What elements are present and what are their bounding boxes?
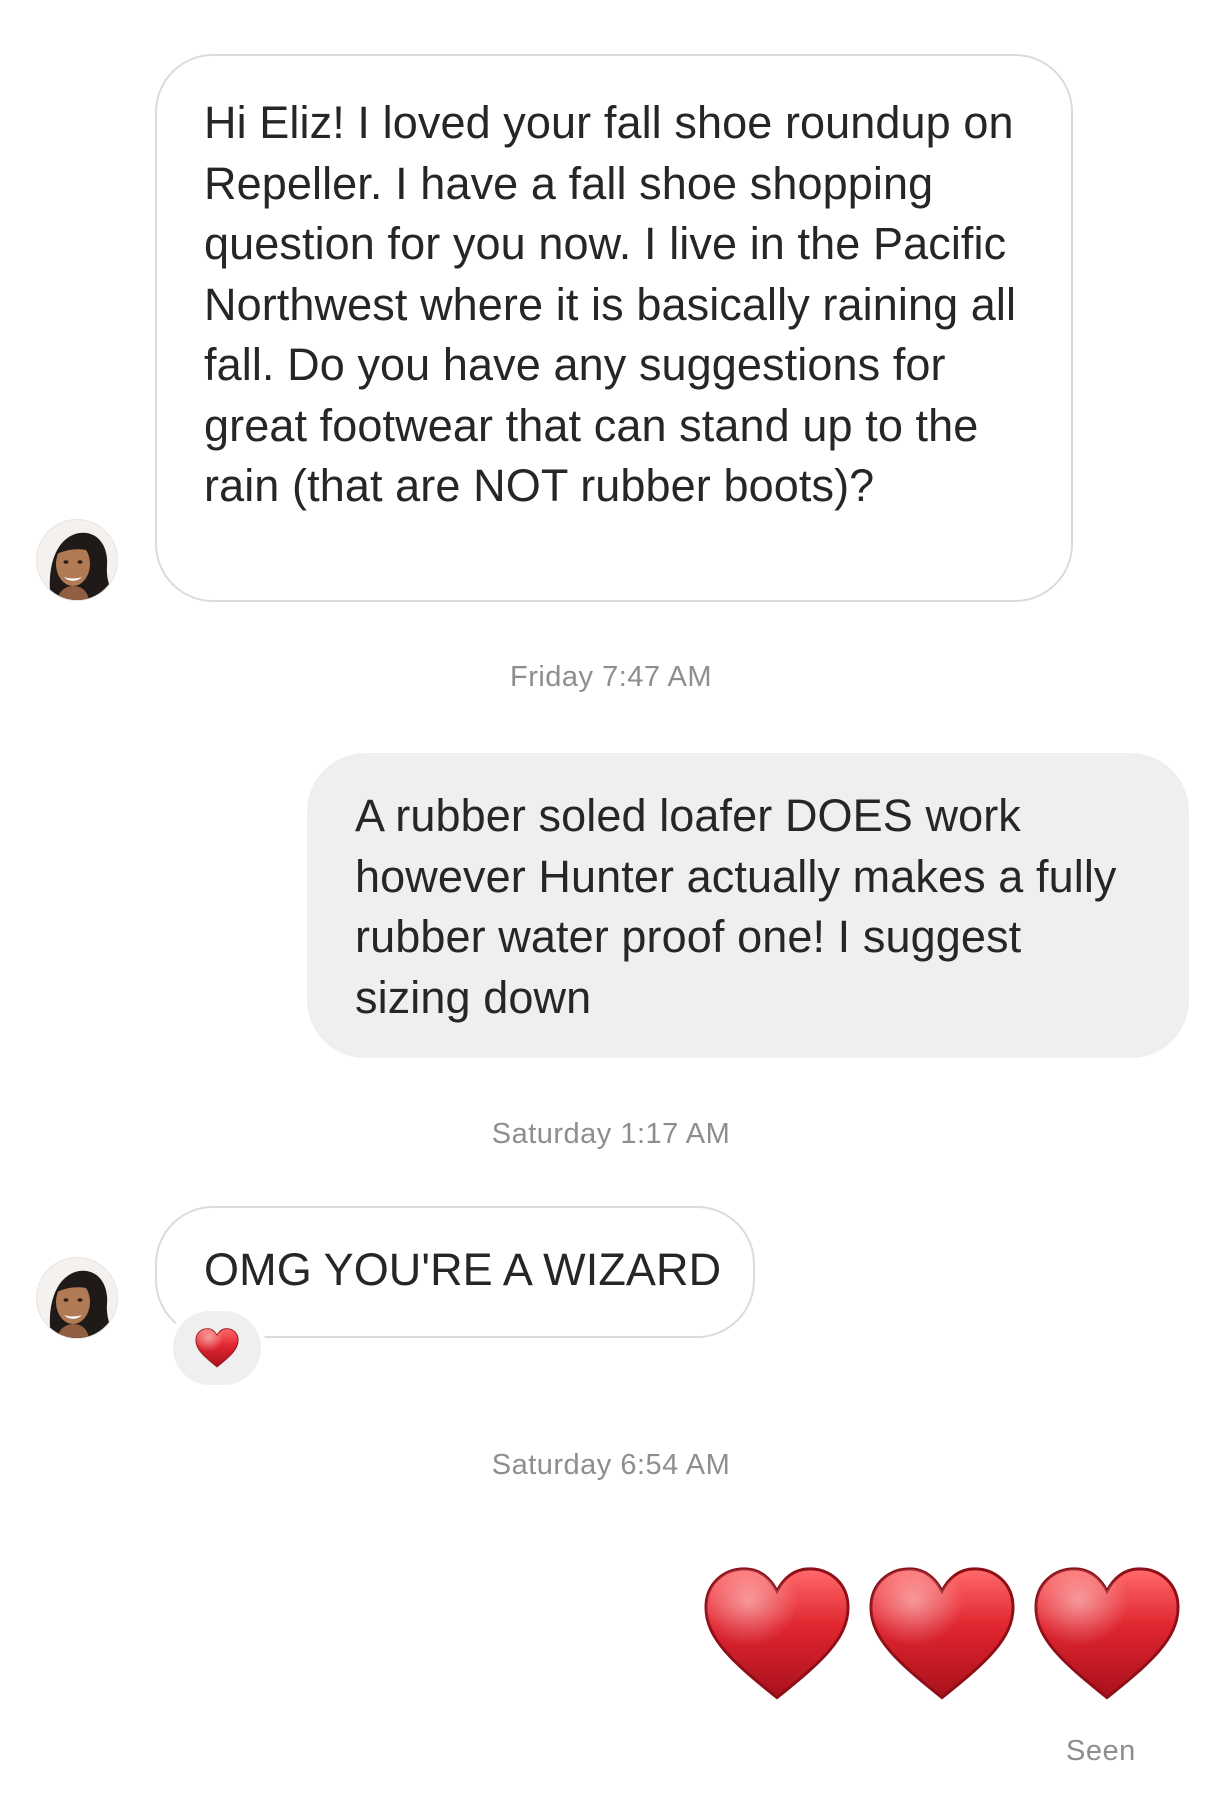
outgoing-message-bubble[interactable]: A rubber soled loafer DOES work however … — [307, 753, 1189, 1058]
red-heart-icon — [868, 1566, 1016, 1702]
message-text: Hi Eliz! I loved your fall shoe roundup … — [204, 97, 1017, 511]
red-heart-icon — [195, 1328, 239, 1368]
red-heart-icon — [703, 1566, 851, 1702]
message-text: A rubber soled loafer DOES work however … — [355, 790, 1117, 1023]
seen-status: Seen — [1066, 1735, 1136, 1767]
message-timestamp: Saturday 6:54 AM — [491, 1449, 731, 1481]
message-reaction[interactable] — [173, 1311, 261, 1385]
message-thread: Hi Eliz! I loved your fall shoe roundup … — [0, 0, 1222, 1802]
red-heart-icon — [1033, 1566, 1181, 1702]
incoming-message-bubble[interactable]: Hi Eliz! I loved your fall shoe roundup … — [155, 54, 1073, 602]
contact-photo — [37, 1258, 117, 1338]
outgoing-emoji-message[interactable] — [703, 1566, 1181, 1702]
contact-avatar[interactable] — [37, 1258, 117, 1338]
message-text: OMG YOU'RE A WIZARD — [204, 1244, 722, 1295]
contact-avatar[interactable] — [37, 520, 117, 600]
contact-photo — [37, 520, 117, 600]
message-timestamp: Friday 7:47 AM — [509, 661, 713, 693]
message-timestamp: Saturday 1:17 AM — [491, 1118, 731, 1150]
